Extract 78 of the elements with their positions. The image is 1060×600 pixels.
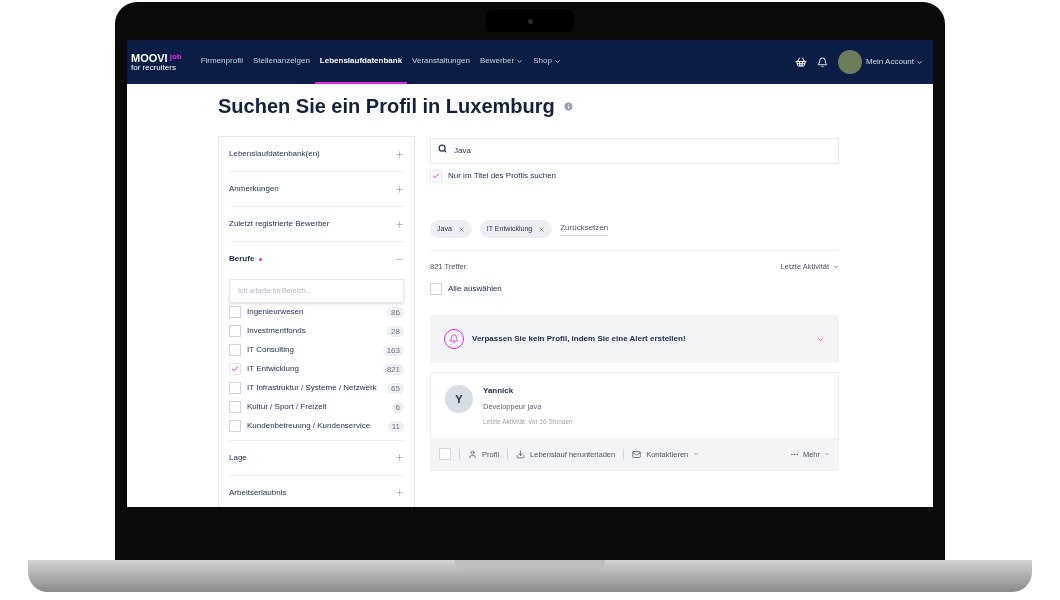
nav-link[interactable]: Veranstaltungen: [407, 40, 475, 84]
expand-icon: [395, 184, 404, 194]
filter-option[interactable]: Kultur / Sport / Freizeit 6: [229, 397, 404, 417]
search-icon: [438, 144, 447, 153]
candidate-name[interactable]: Yannick: [483, 385, 573, 398]
filter-option[interactable]: Investmentfonds 28: [229, 321, 404, 341]
bell-icon[interactable]: [816, 56, 828, 68]
nav-link[interactable]: Lebenslaufdatenbank: [314, 40, 408, 84]
checkbox[interactable]: [229, 306, 241, 318]
close-icon: [457, 225, 465, 233]
download-icon: [516, 449, 526, 459]
filter-label: Arbeitserlaubnis: [229, 486, 287, 499]
page-title: Suchen Sie ein Profil in Luxemburg: [218, 94, 555, 119]
caret-icon: [916, 58, 923, 66]
filter-option[interactable]: Ingenieurwesen 86: [229, 302, 404, 322]
filter-label: Berufe: [229, 253, 255, 265]
filter-label: Lebenslaufdatenbank(en): [229, 148, 320, 160]
filter-label: Lage: [229, 451, 247, 464]
alert-banner[interactable]: Verpassen Sie kein Profil, indem Sie eine Alert erstellen!: [430, 315, 839, 364]
checkbox[interactable]: [430, 283, 442, 296]
avatar[interactable]: [837, 50, 862, 74]
avatar-initial: Y: [445, 385, 473, 414]
filter-option[interactable]: IT Entwicklung 821: [229, 359, 404, 379]
filter-header[interactable]: Lebenslaufdatenbank(en): [229, 137, 404, 171]
filter-option[interactable]: IT Infrastruktur / Systeme / Netzwerk 65: [229, 378, 404, 398]
caret-icon: [516, 57, 524, 65]
checkbox[interactable]: [229, 325, 241, 337]
checkbox[interactable]: [229, 401, 241, 413]
expand-icon: [395, 149, 404, 159]
check-icon: [231, 365, 239, 373]
checkbox[interactable]: [229, 344, 241, 356]
count-badge: 11: [387, 420, 404, 432]
mail-icon: [632, 449, 642, 459]
filter-label: Zuletzt registrierte Bewerber: [229, 218, 330, 230]
checkbox[interactable]: [229, 382, 241, 394]
logo-job-text: job: [169, 52, 182, 61]
title-only-option[interactable]: Nur im Titel des Profils suchen: [430, 170, 839, 182]
logo-text: MOOVI: [131, 52, 168, 64]
filter-label: Anmerkungen: [229, 183, 279, 195]
count-badge: 821: [382, 363, 404, 375]
expand-icon: [395, 219, 404, 229]
logo-tagline: for recruiters: [131, 63, 177, 72]
caret-icon: [824, 451, 830, 458]
nav-link[interactable]: Stellenanzeigen: [247, 40, 315, 84]
check-icon: [432, 172, 440, 180]
expand-icon: [395, 488, 404, 497]
checkbox[interactable]: [439, 448, 451, 461]
count-badge: 6: [391, 401, 404, 413]
basket-icon[interactable]: [794, 56, 807, 68]
filter-header[interactable]: Zuletzt registrierte Bewerber: [229, 207, 404, 241]
person-icon: [468, 449, 477, 459]
caret-icon: [833, 263, 839, 270]
nav-link[interactable]: Firmenprofil: [195, 40, 248, 84]
caret-icon: [693, 451, 700, 458]
count-badge: 163: [382, 344, 404, 356]
close-icon: [538, 225, 546, 233]
alert-text: Verpassen Sie kein Profil, indem Sie eine Alert erstellen!: [472, 333, 687, 346]
search-field[interactable]: Java: [430, 137, 839, 164]
select-all-option[interactable]: Alle auswählen: [430, 283, 839, 296]
nav-link[interactable]: Bewerber: [474, 40, 529, 84]
info-icon[interactable]: [562, 100, 574, 112]
count-badge: 28: [387, 325, 404, 337]
account-menu[interactable]: Mein Account: [865, 56, 923, 68]
count-badge: 86: [387, 306, 404, 318]
filter-header[interactable]: Anmerkungen: [229, 172, 404, 206]
reset-link[interactable]: Zurücksetzen: [560, 222, 609, 236]
nav-link[interactable]: Shop: [528, 40, 566, 84]
filter-option[interactable]: IT Consulting 163: [229, 340, 404, 360]
caret-icon: [553, 57, 561, 65]
filter-header[interactable]: Lage: [229, 440, 404, 475]
count-badge: 65: [387, 382, 404, 394]
checkbox[interactable]: [229, 363, 241, 375]
checkbox[interactable]: [229, 420, 241, 432]
filter-option[interactable]: Kundenbetreuung / Kundenservice 11: [229, 416, 404, 436]
checkbox[interactable]: [430, 170, 442, 182]
filter-header[interactable]: Berufe: [229, 242, 404, 276]
expand-icon: [395, 453, 404, 462]
filter-header[interactable]: Arbeitserlaubnis: [229, 475, 404, 507]
